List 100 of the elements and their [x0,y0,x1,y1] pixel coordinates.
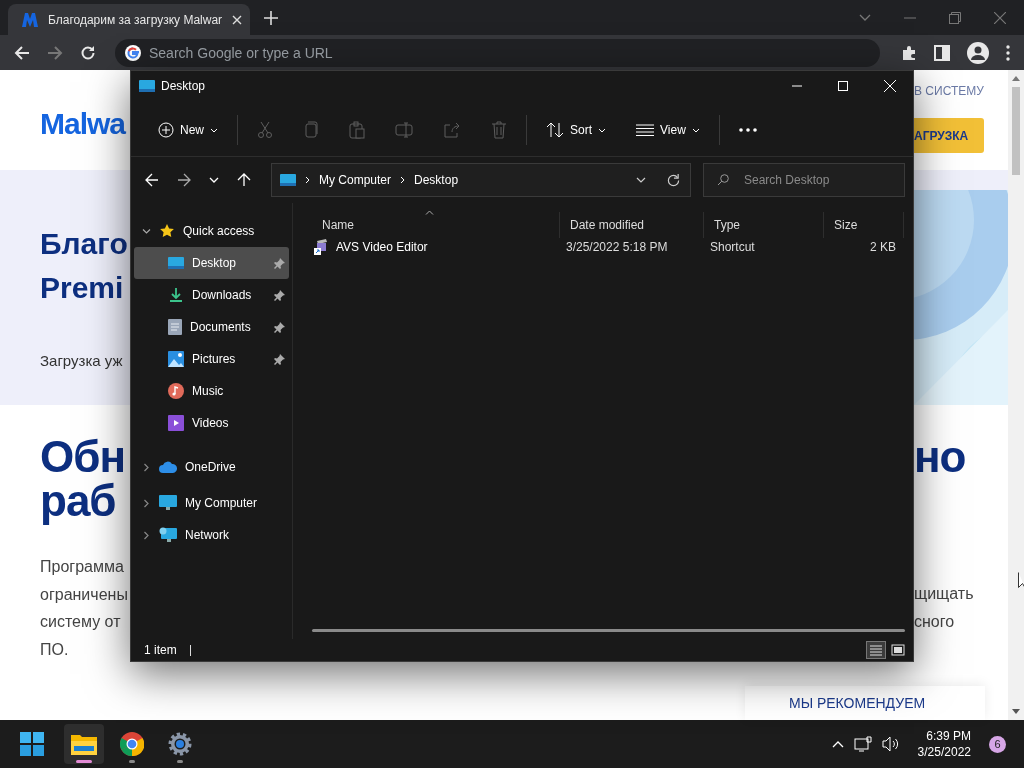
file-name-cell[interactable]: AVS Video Editor [312,239,560,255]
back-icon[interactable] [14,44,30,61]
pin-icon[interactable] [274,353,285,365]
paragraph-text: систему от [40,612,122,632]
plus-icon[interactable] [264,11,278,25]
address-field[interactable]: My Computer Desktop [271,163,691,197]
nav-label: Network [185,528,229,542]
pin-icon[interactable] [274,289,285,301]
new-button[interactable]: New [143,113,233,147]
forward-icon[interactable] [177,173,191,187]
scrollbar[interactable] [1008,70,1024,720]
nav-label: Downloads [192,288,252,302]
paragraph-text: Программа [40,557,125,577]
section-heading: но [914,435,967,479]
recommend-heading: МЫ РЕКОМЕНДУЕМ [789,695,926,711]
paragraph-text: ПО. [40,639,70,660]
nav-item[interactable]: Quick access [134,215,289,247]
caret-icon [691,127,700,133]
scrollbar[interactable] [312,629,905,632]
caret-icon [598,127,607,133]
refresh-icon[interactable] [667,173,680,187]
nav-item[interactable]: Music [134,375,289,407]
notification-badge[interactable]: 6 [989,735,1006,753]
nav-item[interactable]: Desktop [134,247,289,279]
folder-icon [71,733,97,755]
menu-icon[interactable] [1006,44,1010,61]
desktop-icon [168,256,184,270]
nav-item[interactable]: Documents [134,311,289,343]
rename-icon [395,122,413,138]
section-heading: раб [40,479,117,523]
explorer-taskbar-button[interactable] [64,724,104,764]
document-icon [168,319,182,335]
address-bar[interactable]: Search Google or type a URL [115,38,880,67]
nav-item[interactable]: Pictures [134,343,289,375]
nav-label: Desktop [192,256,237,270]
chevron-down-icon[interactable] [142,226,151,236]
paragraph-text: сного [914,611,956,632]
reload-icon[interactable] [80,44,96,61]
date-cell-text: 3/25/2022 5:18 PM [565,240,669,254]
up-arrow-icon[interactable] [237,173,251,187]
windows-start-icon[interactable] [20,732,44,756]
section-heading: Обн [40,435,126,479]
maximize-icon[interactable] [838,81,848,91]
nav-label: Videos [192,416,229,430]
hero-heading: Благо [40,226,129,262]
picture-icon [168,351,184,367]
download-button[interactable]: АГРУЗКА [914,118,984,153]
search-field[interactable]: Search Desktop [703,163,905,197]
breadcrumb[interactable]: Desktop [414,173,459,187]
shortcut-icon [314,239,328,255]
copy-icon [303,121,319,139]
column-header[interactable]: Size [824,212,904,238]
scroll-down-icon[interactable] [1012,709,1020,715]
tiles-view-button[interactable] [888,641,908,659]
nav-item[interactable]: My Computer [134,487,289,519]
breadcrumb[interactable]: My Computer [319,173,392,187]
side-panel-icon[interactable] [934,44,950,61]
column-header[interactable]: Date modified [560,212,704,238]
volume-icon[interactable] [881,736,900,752]
nav-item[interactable]: Downloads [134,279,289,311]
desktop-icon [280,174,296,186]
nav-item[interactable]: Videos [134,407,289,439]
download-icon [168,287,184,303]
pin-icon[interactable] [274,257,285,269]
chevron-up-icon[interactable] [831,740,844,748]
profile-icon[interactable] [967,41,989,64]
network-icon[interactable] [853,736,872,752]
chevron-down-icon[interactable] [636,177,646,183]
network-icon [159,527,177,543]
share-icon [443,122,461,138]
scrollbar-thumb[interactable] [1012,87,1020,175]
size-cell-text: 2 KB [869,240,896,254]
chevron-right-icon[interactable] [305,176,310,184]
more-icon [738,128,757,132]
scroll-up-icon[interactable] [1012,75,1020,81]
details-view-button[interactable] [866,641,886,659]
view-button[interactable]: View [621,113,715,147]
pin-icon[interactable] [274,321,285,333]
lines-icon [636,124,655,136]
login-link[interactable]: В СИСТЕМУ [914,84,1008,98]
cloud-icon [159,461,177,473]
sort-arrows-icon [546,122,564,138]
nav-item[interactable]: OneDrive [134,447,289,487]
chevron-right-icon[interactable] [400,176,406,184]
nav-label: Documents [190,320,251,334]
puzzle-icon[interactable] [901,44,917,61]
restore-icon[interactable] [949,11,961,24]
column-header[interactable]: Type [704,212,824,238]
browser-tab[interactable]: Благодарим за загрузку Malwar [8,4,250,35]
clock[interactable]: 6:39 PM 3/25/2022 [917,728,971,760]
nav-item[interactable]: Network [134,519,289,551]
clock-time: 6:39 PM [926,728,971,744]
sort-button[interactable]: Sort [531,113,622,147]
clock-date: 3/25/2022 [917,744,971,760]
item-count: 1 item [144,643,177,657]
logo-text[interactable]: Malwa [40,107,130,141]
video-icon [168,415,184,431]
plus-circle-icon [158,122,174,138]
column-header[interactable]: Name [312,212,560,238]
gear-icon [168,732,192,756]
